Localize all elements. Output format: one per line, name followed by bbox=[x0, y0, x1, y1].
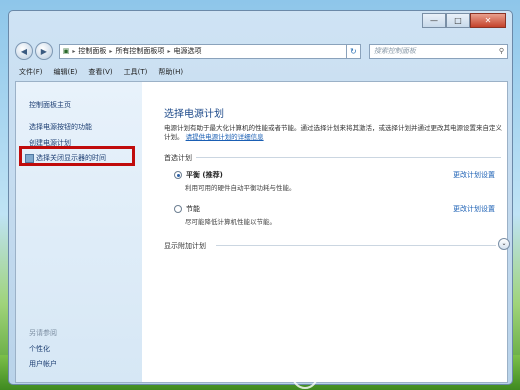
sidebar-item-display-off-time[interactable]: 选择关闭显示器的时间 bbox=[25, 153, 106, 163]
search-icon: ⚲ bbox=[498, 47, 504, 55]
menu-tools[interactable]: 工具(T) bbox=[124, 67, 148, 77]
sidebar-item-personalize[interactable]: 个性化 bbox=[29, 344, 50, 354]
back-icon[interactable]: ◀ bbox=[15, 42, 33, 60]
page-description: 电源计划有助于最大化计算机的性能或者节能。通过选择计划来将其激活，或选择计划并通… bbox=[164, 124, 502, 141]
menu-help[interactable]: 帮助(H) bbox=[158, 67, 183, 77]
plan-power-saver-desc: 尽可能降低计算机性能以节能。 bbox=[185, 218, 276, 226]
sidebar-item-user-accounts[interactable]: 用户帐户 bbox=[29, 359, 57, 369]
plan-balanced[interactable]: 平衡 (推荐) bbox=[174, 170, 223, 180]
preferred-plans-heading: 首选计划 bbox=[164, 154, 192, 162]
address-bar-row: ◀ ▶ ▣ ▸ 控制面板 ▸ 所有控制面板项 ▸ 电源选项 ↻ 搜索控制面板 ⚲ bbox=[15, 41, 508, 61]
main-panel: 选择电源计划 电源计划有助于最大化计算机的性能或者节能。通过选择计划来将其激活，… bbox=[156, 82, 510, 382]
sidebar: 控制面板主页 选择电源按钮的功能 创建电源计划 选择关闭显示器的时间 另请参阅 … bbox=[16, 82, 142, 382]
breadcrumb-control-panel[interactable]: 控制面板 bbox=[78, 46, 106, 56]
sidebar-item-power-button[interactable]: 选择电源按钮的功能 bbox=[29, 122, 92, 132]
breadcrumb-power-options[interactable]: 电源选项 bbox=[173, 46, 201, 56]
maximize-button[interactable]: □ bbox=[446, 13, 470, 28]
search-input[interactable]: 搜索控制面板 ⚲ bbox=[368, 43, 508, 59]
address-bar[interactable]: ▣ ▸ 控制面板 ▸ 所有控制面板项 ▸ 电源选项 bbox=[58, 43, 347, 59]
section-divider bbox=[196, 157, 501, 158]
page-title: 选择电源计划 bbox=[164, 109, 224, 120]
menu-view[interactable]: 查看(V) bbox=[88, 67, 112, 77]
breadcrumb-all-items[interactable]: 所有控制面板项 bbox=[115, 46, 164, 56]
radio-selected-icon[interactable] bbox=[174, 171, 182, 179]
change-plan-settings-link[interactable]: 更改计划设置 bbox=[453, 170, 495, 180]
close-button[interactable]: ✕ bbox=[470, 13, 506, 28]
menu-file[interactable]: 文件(F) bbox=[19, 67, 43, 77]
monitor-icon bbox=[25, 153, 34, 163]
radio-unselected-icon[interactable] bbox=[174, 205, 182, 213]
minimize-button[interactable]: — bbox=[422, 13, 446, 28]
section-divider bbox=[216, 245, 496, 246]
show-additional-plans[interactable]: 显示附加计划 bbox=[164, 241, 206, 251]
control-panel-window: — □ ✕ ◀ ▶ ▣ ▸ 控制面板 ▸ 所有控制面板项 ▸ 电源选项 ↻ 搜索… bbox=[8, 10, 513, 385]
menu-bar: 文件(F) 编辑(E) 查看(V) 工具(T) 帮助(H) bbox=[15, 65, 512, 79]
menu-edit[interactable]: 编辑(E) bbox=[54, 67, 78, 77]
see-also-heading: 另请参阅 bbox=[29, 329, 57, 337]
plan-balanced-desc: 利用可用的硬件自动平衡功耗与性能。 bbox=[185, 184, 296, 192]
watermark: ♂ DadiGhost.com bbox=[292, 362, 520, 390]
chevron-down-icon[interactable]: ⌄ bbox=[498, 238, 510, 250]
control-panel-icon: ▣ bbox=[62, 47, 70, 55]
refresh-icon[interactable]: ↻ bbox=[346, 43, 361, 59]
window-controls: — □ ✕ bbox=[422, 13, 506, 28]
forward-icon[interactable]: ▶ bbox=[34, 42, 53, 60]
watermark-logo-icon: ♂ bbox=[292, 363, 318, 389]
content-area: 控制面板主页 选择电源按钮的功能 创建电源计划 选择关闭显示器的时间 另请参阅 … bbox=[15, 81, 510, 383]
change-plan-settings-link[interactable]: 更改计划设置 bbox=[453, 204, 495, 214]
plan-details-link[interactable]: 请提供电源计划的详细信息 bbox=[186, 133, 264, 141]
sidebar-item-home[interactable]: 控制面板主页 bbox=[29, 100, 71, 110]
plan-power-saver[interactable]: 节能 bbox=[174, 204, 200, 214]
